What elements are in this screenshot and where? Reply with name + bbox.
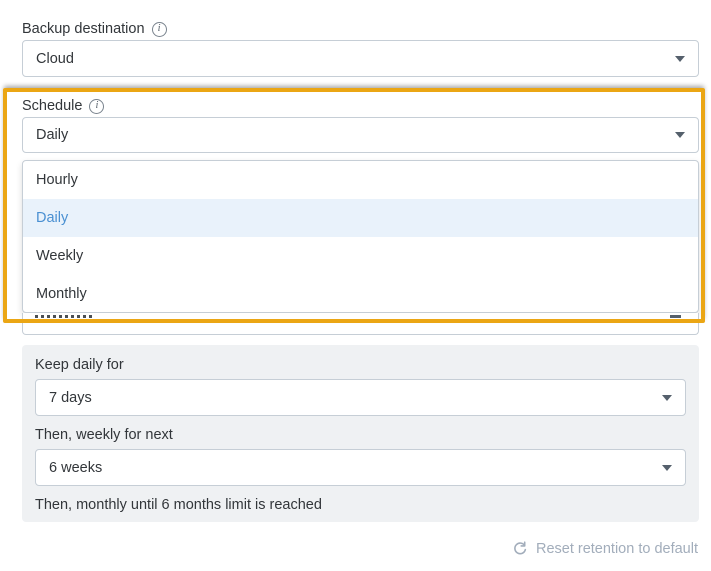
obscured-select-text — [35, 315, 93, 318]
weekly-label-text: Then, weekly for next — [35, 427, 173, 443]
schedule-value: Daily — [36, 127, 68, 143]
reset-retention-label: Reset retention to default — [536, 541, 698, 557]
refresh-icon — [512, 540, 528, 557]
monthly-note: Then, monthly until 6 months limit is re… — [35, 497, 322, 513]
schedule-option-hourly[interactable]: Hourly — [23, 161, 698, 199]
weekly-value: 6 weeks — [49, 460, 102, 476]
schedule-label-text: Schedule — [22, 98, 82, 114]
schedule-option-daily[interactable]: Daily — [23, 199, 698, 237]
schedule-select[interactable]: Daily — [22, 117, 699, 153]
caret-down-icon — [670, 315, 681, 318]
schedule-label: Schedule i — [22, 98, 104, 114]
schedule-option-weekly[interactable]: Weekly — [23, 237, 698, 275]
backup-destination-value: Cloud — [36, 51, 74, 67]
keep-daily-select[interactable]: 7 days — [35, 379, 686, 416]
keep-daily-value: 7 days — [49, 390, 92, 406]
retention-panel: Keep daily for 7 days Then, weekly for n… — [22, 345, 699, 522]
backup-destination-label: Backup destination i — [22, 21, 167, 37]
backup-destination-label-text: Backup destination — [22, 21, 145, 37]
reset-retention-link[interactable]: Reset retention to default — [512, 540, 698, 557]
weekly-label: Then, weekly for next — [35, 427, 173, 443]
caret-down-icon — [675, 56, 685, 62]
weekly-select[interactable]: 6 weeks — [35, 449, 686, 486]
schedule-options-list: Hourly Daily Weekly Monthly — [22, 160, 699, 313]
schedule-option-monthly[interactable]: Monthly — [23, 275, 698, 313]
caret-down-icon — [662, 465, 672, 471]
caret-down-icon — [662, 395, 672, 401]
info-icon[interactable]: i — [152, 22, 167, 37]
info-icon[interactable]: i — [89, 99, 104, 114]
backup-destination-select[interactable]: Cloud — [22, 40, 699, 77]
obscured-select[interactable] — [22, 313, 699, 335]
keep-daily-label: Keep daily for — [35, 357, 124, 373]
backup-settings-page: { "backup_destination": { "label": "Back… — [0, 0, 711, 571]
caret-down-icon — [675, 132, 685, 138]
keep-daily-label-text: Keep daily for — [35, 357, 124, 373]
